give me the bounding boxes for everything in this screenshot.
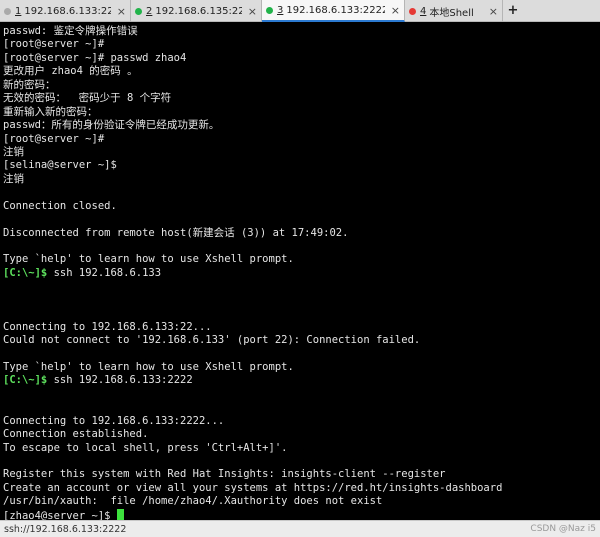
- tab-number: 2: [146, 5, 153, 17]
- shell-prompt: [zhao4@server ~]$: [3, 509, 117, 520]
- tab-session-3[interactable]: 3 192.168.6.133:2222 ×: [262, 0, 405, 22]
- local-prompt-line: [C:\~]$ ssh 192.168.6.133: [3, 267, 597, 280]
- connection-url: ssh://192.168.6.133:2222: [4, 523, 127, 535]
- close-icon[interactable]: ×: [391, 4, 400, 17]
- terminal-line: 更改用户 zhao4 的密码 。: [3, 65, 138, 78]
- local-prompt: [C:\~]$: [3, 266, 48, 279]
- terminal-line: [root@server ~]#: [3, 132, 105, 145]
- tab-bar: 1 192.168.6.133:22 × 2 192.168.6.135:22 …: [0, 0, 600, 22]
- tab-session-2[interactable]: 2 192.168.6.135:22 ×: [131, 0, 262, 22]
- terminal-line: Connection closed.: [3, 199, 117, 212]
- terminal-line: Connecting to 192.168.6.133:22...: [3, 320, 212, 333]
- local-prompt-line: [C:\~]$ ssh 192.168.6.133:2222: [3, 374, 597, 387]
- close-icon[interactable]: ×: [489, 5, 498, 18]
- terminal-line: [root@server ~]# passwd zhao4: [3, 51, 187, 64]
- tab-title: 本地Shell: [429, 7, 474, 19]
- terminal-line: /usr/bin/xauth: file /home/zhao4/.Xautho…: [3, 495, 383, 508]
- status-dot-icon: [135, 7, 142, 15]
- terminal-output[interactable]: passwd: 鉴定令牌操作错误 [root@server ~]# [root@…: [0, 23, 600, 520]
- terminal-line: [root@server ~]#: [3, 38, 105, 51]
- tab-number: 1: [15, 5, 22, 17]
- terminal-line: 注销: [3, 145, 24, 158]
- new-tab-button[interactable]: +: [503, 0, 523, 21]
- terminal-line: Type `help' to learn how to use Xshell p…: [3, 360, 294, 373]
- command-text: ssh 192.168.6.133: [47, 266, 162, 279]
- close-icon[interactable]: ×: [248, 5, 257, 18]
- terminal-line: Connection established.: [3, 428, 149, 441]
- status-bar: ssh://192.168.6.133:2222 CSDN @Naz i5: [0, 520, 600, 537]
- terminal-line: Type `help' to learn how to use Xshell p…: [3, 253, 294, 266]
- terminal-line: 重新输入新的密码：: [3, 105, 98, 118]
- tab-local-shell[interactable]: 4 本地Shell ×: [405, 0, 503, 22]
- terminal-line: passwd: 鉴定令牌操作错误: [3, 25, 138, 37]
- text-cursor: [116, 508, 124, 520]
- current-prompt-line[interactable]: [zhao4@server ~]$: [3, 508, 597, 520]
- tab-title: 192.168.6.133:2222: [286, 4, 385, 16]
- terminal-line: Connecting to 192.168.6.133:2222...: [3, 414, 225, 427]
- terminal-line: Disconnected from remote host(新建会话 (3)) …: [3, 226, 349, 239]
- tab-number: 3: [277, 4, 284, 16]
- terminal-line: To escape to local shell, press 'Ctrl+Al…: [3, 441, 288, 454]
- command-text: ssh 192.168.6.133:2222: [47, 374, 193, 387]
- terminal-line: [selina@server ~]$: [3, 159, 117, 172]
- status-dot-icon: [266, 6, 273, 14]
- terminal-line: passwd：所有的身份验证令牌已经成功更新。: [3, 119, 220, 132]
- watermark: CSDN @Naz i5: [530, 524, 596, 534]
- terminal-line: 新的密码：: [3, 78, 56, 91]
- terminal-line: Register this system with Red Hat Insigh…: [3, 468, 446, 481]
- tab-session-1[interactable]: 1 192.168.6.133:22 ×: [0, 0, 131, 22]
- close-icon[interactable]: ×: [117, 5, 126, 18]
- tab-title: 192.168.6.133:22: [24, 5, 111, 17]
- local-prompt: [C:\~]$: [3, 374, 48, 387]
- status-dot-icon: [409, 7, 416, 15]
- tab-title: 192.168.6.135:22: [155, 5, 242, 17]
- terminal-line: Could not connect to '192.168.6.133' (po…: [3, 334, 421, 347]
- tab-number: 4: [420, 5, 427, 17]
- terminal-line: 无效的密码： 密码少于 8 个字符: [3, 92, 172, 105]
- terminal-line: Create an account or view all your syste…: [3, 481, 503, 494]
- terminal-line: 注销: [3, 172, 24, 185]
- status-dot-icon: [4, 7, 11, 15]
